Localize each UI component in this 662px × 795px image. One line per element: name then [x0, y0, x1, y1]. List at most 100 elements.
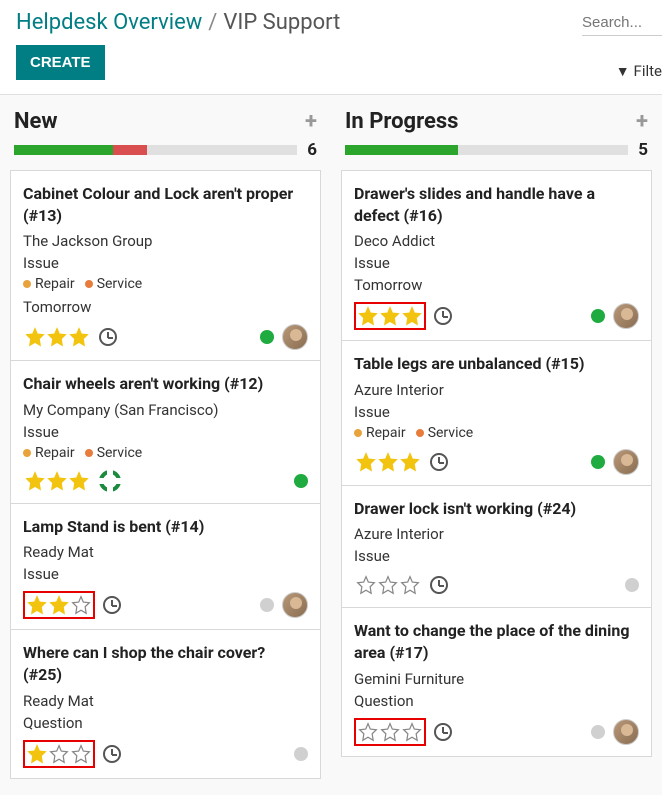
- ticket-footer: [354, 449, 639, 475]
- assignee-avatar[interactable]: [613, 303, 639, 329]
- add-card-button[interactable]: +: [636, 109, 648, 134]
- clock-icon[interactable]: [434, 723, 452, 741]
- star-filled-icon[interactable]: [358, 306, 378, 326]
- priority-wrap: [23, 740, 121, 768]
- tag[interactable]: Service: [85, 276, 143, 292]
- tag-dot-icon: [85, 449, 93, 457]
- star-filled-icon[interactable]: [47, 471, 67, 491]
- priority-stars[interactable]: [354, 718, 426, 746]
- ticket-right-icons: [591, 303, 639, 329]
- ticket-card[interactable]: Chair wheels aren't working (#12)My Comp…: [10, 360, 321, 503]
- star-filled-icon[interactable]: [402, 306, 422, 326]
- status-dot[interactable]: [294, 474, 308, 488]
- ticket-footer: [23, 591, 308, 619]
- ticket-type: Issue: [23, 423, 308, 441]
- ticket-company: Gemini Furniture: [354, 670, 639, 688]
- ticket-type: Issue: [354, 254, 639, 272]
- star-empty-icon[interactable]: [358, 722, 378, 742]
- priority-stars[interactable]: [23, 591, 95, 619]
- tag[interactable]: Repair: [354, 425, 406, 441]
- star-empty-icon[interactable]: [380, 722, 400, 742]
- tag[interactable]: Repair: [23, 276, 75, 292]
- star-filled-icon[interactable]: [400, 452, 420, 472]
- star-filled-icon[interactable]: [69, 327, 89, 347]
- star-filled-icon[interactable]: [356, 452, 376, 472]
- priority-stars[interactable]: [23, 325, 91, 349]
- ticket-card[interactable]: Lamp Stand is bent (#14)Ready MatIssue: [10, 503, 321, 630]
- priority-stars[interactable]: [354, 573, 422, 597]
- priority-stars[interactable]: [354, 450, 422, 474]
- ticket-card[interactable]: Drawer lock isn't working (#24)Azure Int…: [341, 485, 652, 608]
- ticket-card[interactable]: Cabinet Colour and Lock aren't proper (#…: [10, 170, 321, 360]
- ticket-card[interactable]: Where can I shop the chair cover? (#25)R…: [10, 629, 321, 778]
- priority-stars[interactable]: [23, 740, 95, 768]
- star-filled-icon[interactable]: [49, 595, 69, 615]
- status-dot[interactable]: [294, 747, 308, 761]
- star-empty-icon[interactable]: [400, 575, 420, 595]
- ticket-right-icons: [591, 449, 639, 475]
- filter-button[interactable]: ▼ Filte: [616, 62, 662, 80]
- clock-icon[interactable]: [103, 745, 121, 763]
- progress-segment: [113, 145, 147, 155]
- column-progress-row: 5: [341, 140, 652, 160]
- star-empty-icon[interactable]: [402, 722, 422, 742]
- clock-icon[interactable]: [430, 576, 448, 594]
- status-dot[interactable]: [260, 330, 274, 344]
- star-filled-icon[interactable]: [27, 595, 47, 615]
- assignee-avatar[interactable]: [282, 592, 308, 618]
- kanban-column: New+6Cabinet Colour and Lock aren't prop…: [10, 109, 321, 779]
- assignee-avatar[interactable]: [613, 719, 639, 745]
- star-filled-icon[interactable]: [25, 327, 45, 347]
- tag-label: Service: [428, 425, 474, 441]
- star-empty-icon[interactable]: [71, 744, 91, 764]
- star-filled-icon[interactable]: [380, 306, 400, 326]
- clock-icon[interactable]: [99, 328, 117, 346]
- star-filled-icon[interactable]: [25, 471, 45, 491]
- column-progress-bar[interactable]: [345, 145, 628, 155]
- clock-icon[interactable]: [430, 453, 448, 471]
- breadcrumb-root[interactable]: Helpdesk Overview: [16, 10, 202, 35]
- status-dot[interactable]: [625, 578, 639, 592]
- priority-stars[interactable]: [23, 469, 91, 493]
- clock-icon[interactable]: [434, 307, 452, 325]
- status-dot[interactable]: [591, 725, 605, 739]
- priority-wrap: [354, 450, 448, 474]
- filter-label: Filte: [634, 62, 662, 80]
- ticket-tags: Repair Service: [354, 425, 639, 441]
- star-empty-icon[interactable]: [71, 595, 91, 615]
- ticket-right-icons: [294, 474, 308, 488]
- ticket-company: Azure Interior: [354, 381, 639, 399]
- create-button[interactable]: CREATE: [16, 45, 105, 80]
- assignee-avatar[interactable]: [613, 449, 639, 475]
- status-dot[interactable]: [260, 598, 274, 612]
- tag[interactable]: Service: [416, 425, 474, 441]
- star-filled-icon[interactable]: [47, 327, 67, 347]
- star-filled-icon[interactable]: [378, 452, 398, 472]
- tag[interactable]: Repair: [23, 445, 75, 461]
- priority-stars[interactable]: [354, 302, 426, 330]
- star-filled-icon[interactable]: [69, 471, 89, 491]
- ticket-card[interactable]: Table legs are unbalanced (#15)Azure Int…: [341, 340, 652, 485]
- priority-wrap: [23, 325, 117, 349]
- star-filled-icon[interactable]: [27, 744, 47, 764]
- star-empty-icon[interactable]: [356, 575, 376, 595]
- lifebuoy-icon[interactable]: [99, 470, 121, 492]
- search-input[interactable]: [582, 10, 662, 36]
- ticket-title: Chair wheels aren't working (#12): [23, 373, 308, 395]
- star-empty-icon[interactable]: [378, 575, 398, 595]
- ticket-type: Question: [354, 692, 639, 710]
- add-card-button[interactable]: +: [305, 109, 317, 134]
- clock-icon[interactable]: [103, 596, 121, 614]
- ticket-card[interactable]: Want to change the place of the dining a…: [341, 607, 652, 756]
- ticket-card[interactable]: Drawer's slides and handle have a defect…: [341, 170, 652, 340]
- ticket-type: Question: [23, 714, 308, 732]
- tag[interactable]: Service: [85, 445, 143, 461]
- star-empty-icon[interactable]: [49, 744, 69, 764]
- status-dot[interactable]: [591, 455, 605, 469]
- status-dot[interactable]: [591, 309, 605, 323]
- ticket-type: Issue: [23, 565, 308, 583]
- tag-label: Repair: [35, 276, 75, 292]
- assignee-avatar[interactable]: [282, 324, 308, 350]
- column-progress-bar[interactable]: [14, 145, 297, 155]
- ticket-right-icons: [260, 324, 308, 350]
